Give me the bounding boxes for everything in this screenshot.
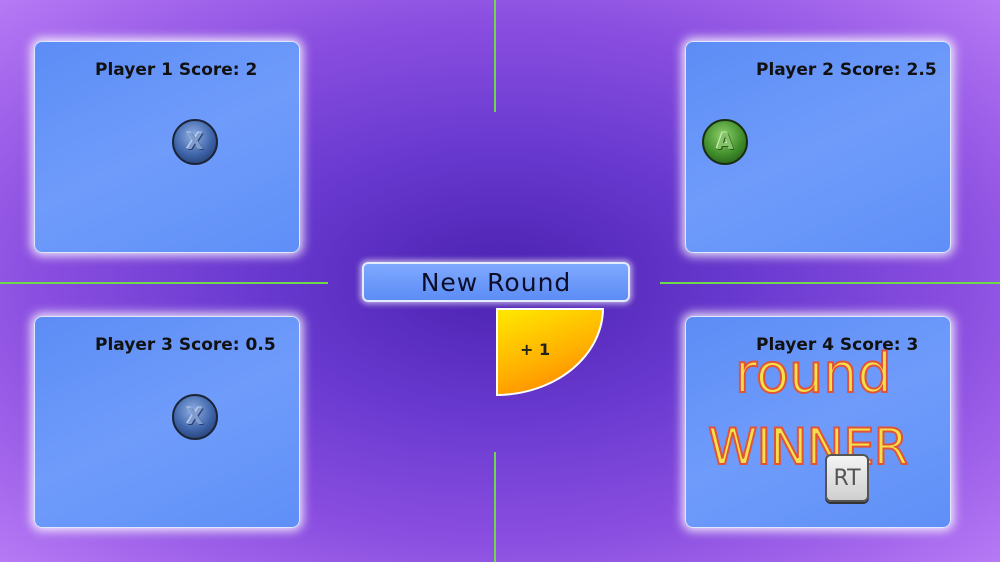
new-round-button[interactable]: New Round <box>362 262 630 302</box>
x-button-icon: X <box>172 394 218 440</box>
divider-vertical-bottom <box>494 452 496 562</box>
round-winner-line2: WINNER <box>707 417 909 477</box>
bonus-point-label: + 1 <box>520 340 551 359</box>
divider-vertical-top <box>494 0 496 112</box>
divider-horizontal-left <box>0 282 328 284</box>
player-2-score: Player 2 Score: 2.5 <box>756 60 937 80</box>
divider-horizontal-right <box>660 282 1000 284</box>
round-winner-line1: round <box>734 341 893 406</box>
a-button-icon: A <box>702 119 748 165</box>
player-1-panel: Player 1 Score: 2 X <box>34 41 300 253</box>
player-3-panel: Player 3 Score: 0.5 X <box>34 316 300 528</box>
player-2-panel: Player 2 Score: 2.5 A <box>685 41 951 253</box>
rt-trigger-icon: RT <box>825 454 869 502</box>
x-button-icon: X <box>172 119 218 165</box>
bonus-point-wedge: + 1 <box>496 308 604 396</box>
player-1-score: Player 1 Score: 2 <box>95 60 258 80</box>
player-3-score: Player 3 Score: 0.5 <box>95 335 276 355</box>
